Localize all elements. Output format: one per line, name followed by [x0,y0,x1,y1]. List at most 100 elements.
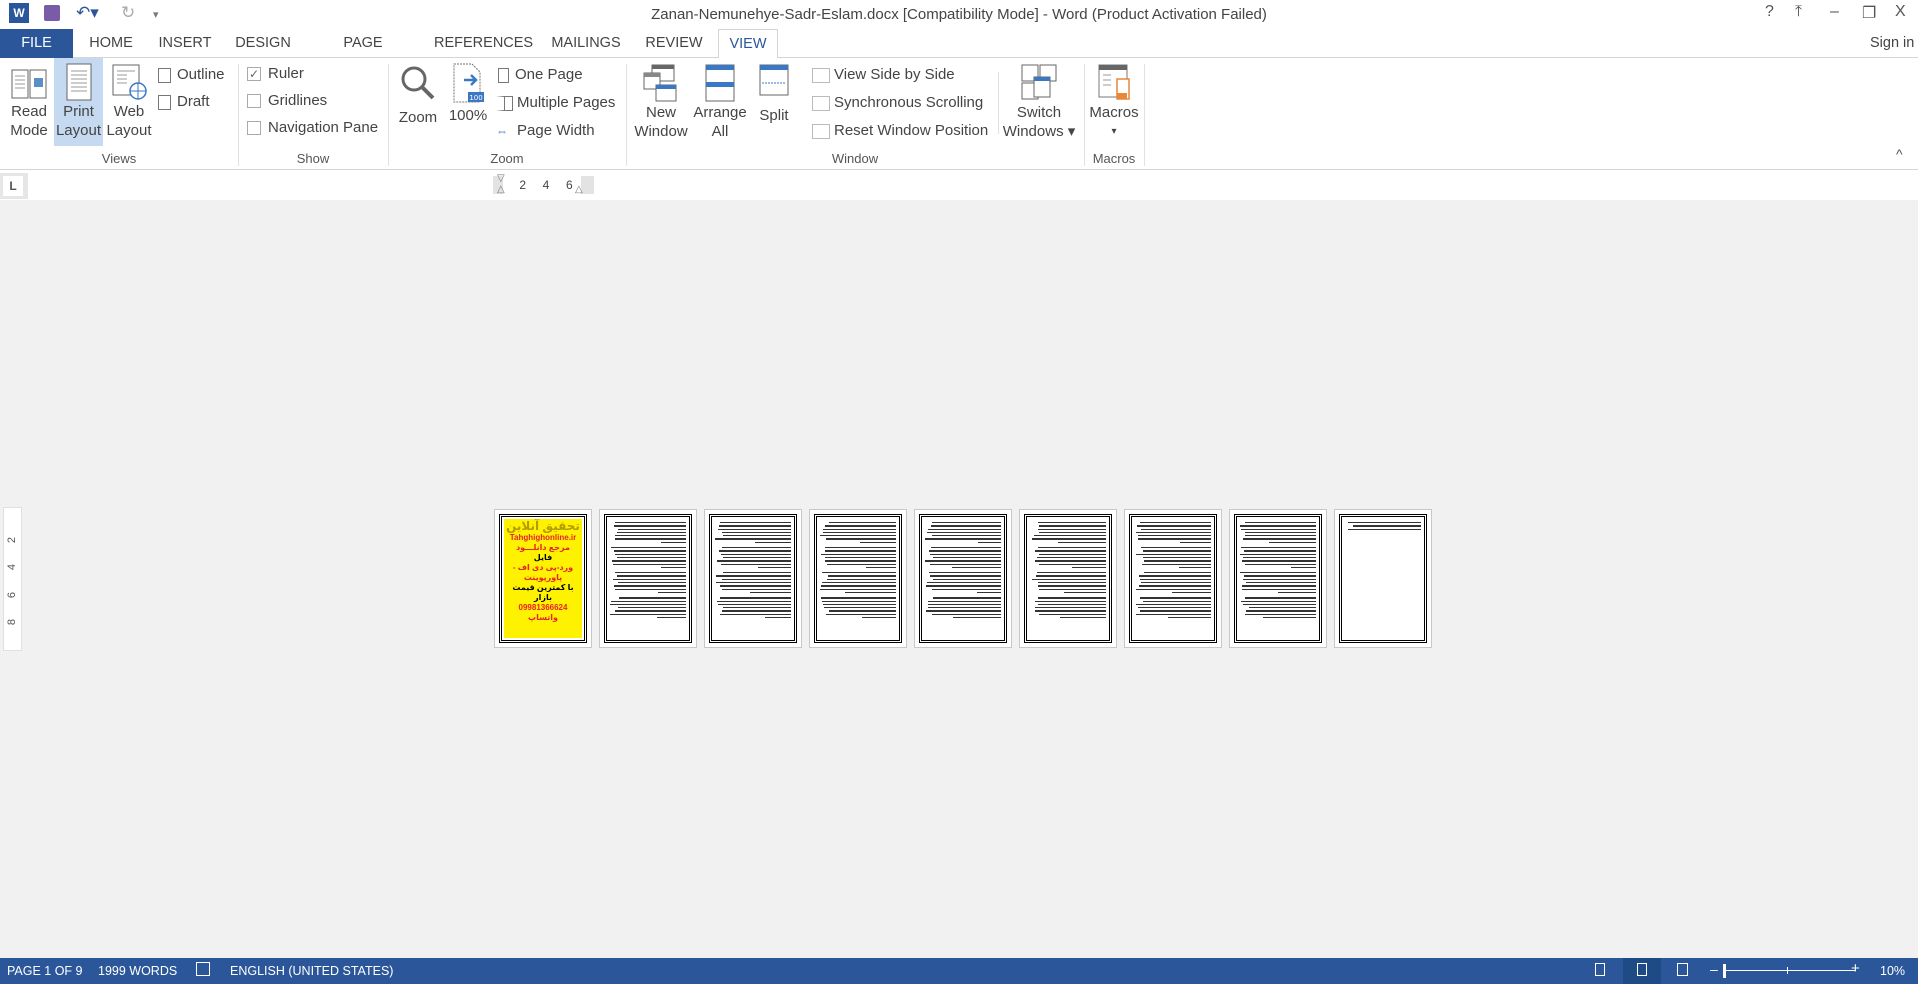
tab-design[interactable]: DESIGN [233,29,293,58]
text-line [1034,535,1106,537]
web-layout-button[interactable]: Web Layout [105,58,153,146]
zoom-in-button[interactable]: + [1851,960,1860,977]
text-line [720,597,791,599]
document-page[interactable] [809,509,907,648]
reset-window-position-button[interactable]: Reset Window Position [812,122,988,139]
ruler-checkbox[interactable]: ✓ Ruler [247,65,304,82]
tab-references[interactable]: REFERENCES [434,29,533,58]
page-width-button[interactable]: ⇔ Page Width [496,122,595,139]
text-line [1140,578,1211,581]
ribbon-display-button[interactable]: ⤒ [1795,3,1802,21]
vertical-ruler[interactable]: 2 4 6 8 [3,507,22,651]
zoom-100-button[interactable]: 100 100% [446,58,490,146]
document-page[interactable] [1229,509,1327,648]
zoom-button[interactable]: Zoom [394,58,442,146]
zoom-slider[interactable] [1724,970,1856,971]
document-page[interactable] [704,509,802,648]
document-page[interactable]: تحقیق آنلاین Tahghighonline.ir مرجع دانل… [494,509,592,648]
tab-home[interactable]: HOME [88,29,134,58]
text-line [765,617,791,619]
collapse-ribbon-button[interactable]: ^ [1896,146,1903,162]
document-page[interactable] [914,509,1012,648]
switch-windows-button[interactable]: Switch Windows ▾ [1002,58,1076,146]
print-layout-icon [66,63,91,101]
text-line [614,572,686,574]
sync-scroll-icon [812,95,830,111]
text-line [1242,603,1316,606]
text-line [721,531,791,534]
switch-windows-label-2: Windows ▾ [1002,123,1076,140]
split-button[interactable]: Split [752,58,796,146]
text-line [660,541,686,544]
title-bar: W ↶▾ ↻ ▾ Zanan-Nemunehye-Sadr-Eslam.docx… [0,0,1918,29]
text-line [657,617,686,619]
gridlines-checkbox[interactable]: Gridlines [247,92,327,109]
proofing-icon[interactable] [196,962,210,976]
tab-mailings[interactable]: MAILINGS [547,29,625,58]
text-line [722,547,791,549]
text-line [931,535,1001,537]
multiple-pages-button[interactable]: Multiple Pages [496,94,615,111]
arrange-all-button[interactable]: Arrange All [691,58,749,146]
page-count[interactable]: PAGE 1 OF 9 [7,964,83,978]
tab-file[interactable]: FILE [0,29,73,58]
word-count[interactable]: 1999 WORDS [98,964,177,978]
document-page[interactable] [1334,509,1432,648]
read-mode-button[interactable]: Read Mode [5,58,53,146]
tab-page-layout[interactable]: PAGE LAYOUT [313,29,413,80]
text-line [1060,617,1106,619]
text-line [716,582,791,584]
one-page-button[interactable]: One Page [498,66,583,83]
right-indent-marker[interactable]: △ [575,184,583,195]
restore-button[interactable]: ❐ [1862,3,1876,23]
text-line [614,538,686,540]
tab-review[interactable]: REVIEW [643,29,705,58]
text-line [1135,603,1211,606]
help-button[interactable]: ? [1765,3,1774,21]
read-mode-icon [11,69,47,99]
new-window-button[interactable]: New Window [632,58,690,146]
tab-selector[interactable]: L [0,173,28,199]
zoom-slider-thumb[interactable] [1723,964,1726,978]
text-line [618,607,686,609]
outline-button[interactable]: Outline [158,66,225,83]
text-line [826,563,896,565]
hanging-indent-marker[interactable]: △ [497,184,505,195]
language[interactable]: ENGLISH (UNITED STATES) [230,964,393,978]
text-line [1241,600,1316,602]
text-line [824,547,896,549]
zoom-level[interactable]: 10% [1880,964,1905,978]
text-line [1178,566,1211,569]
close-button[interactable]: X [1895,3,1906,21]
navigation-pane-checkbox[interactable]: Navigation Pane [247,119,378,136]
text-line [825,560,896,562]
zoom-out-button[interactable]: – [1710,961,1718,977]
text-line [1244,535,1316,537]
synchronous-scrolling-button[interactable]: Synchronous Scrolling [812,94,983,111]
print-layout-button[interactable]: Print Layout [54,58,103,146]
macros-button[interactable]: Macros ▾ [1088,58,1140,146]
draft-button[interactable]: Draft [158,93,210,110]
view-side-by-side-button[interactable]: View Side by Side [812,66,955,83]
new-window-icon [643,64,677,102]
document-page[interactable] [1019,509,1117,648]
text-line [1038,563,1106,565]
document-page[interactable] [599,509,697,648]
first-line-indent-marker[interactable]: ▽ [497,173,505,184]
minimize-button[interactable]: – [1830,3,1839,21]
read-mode-view-icon[interactable] [1595,963,1605,976]
text-line [1244,613,1316,616]
side-by-side-label: View Side by Side [834,66,955,83]
horizontal-ruler[interactable]: 2 4 6 ▽ △ △ [493,173,594,195]
sign-in-link[interactable]: Sign in [1870,29,1918,58]
text-line [1245,610,1316,612]
web-layout-view-icon[interactable] [1677,963,1688,976]
text-line [1140,522,1211,524]
tab-view[interactable]: VIEW [718,29,778,59]
tab-insert[interactable]: INSERT [157,29,213,58]
text-line [614,522,686,524]
split-icon [759,64,789,96]
document-page[interactable] [1124,509,1222,648]
text-line [1139,610,1211,612]
text-line [820,535,896,537]
